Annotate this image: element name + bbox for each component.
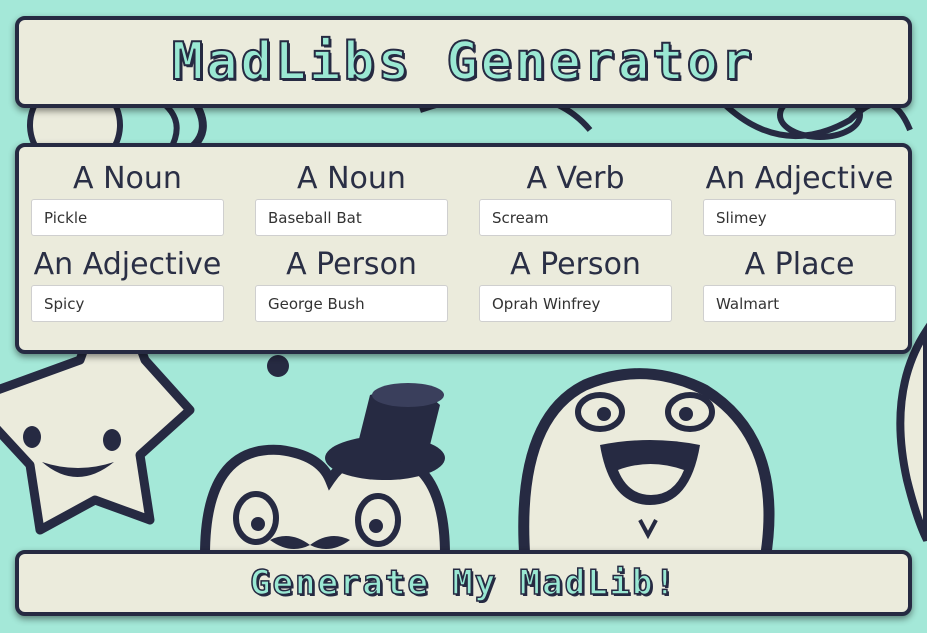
place-input[interactable] xyxy=(703,285,896,322)
field-person-2: A Person xyxy=(479,245,672,322)
field-verb: A Verb xyxy=(479,159,672,236)
field-noun-2: A Noun xyxy=(255,159,448,236)
generate-button-label: Generate My MadLib! xyxy=(249,562,677,604)
word-fields-grid: A Noun A Noun A Verb An Adjective An Adj… xyxy=(31,159,896,322)
noun-input-1[interactable] xyxy=(31,199,224,236)
field-label: A Person xyxy=(286,247,417,282)
top-hat-monster-character xyxy=(199,383,451,560)
field-adjective-1: An Adjective xyxy=(703,159,896,236)
madlib-form: A Noun A Noun A Verb An Adjective An Adj… xyxy=(15,143,912,354)
noun-input-2[interactable] xyxy=(255,199,448,236)
verb-input[interactable] xyxy=(479,199,672,236)
field-person-1: A Person xyxy=(255,245,448,322)
page-title: MadLibs Generator xyxy=(171,31,756,93)
title-banner: MadLibs Generator xyxy=(15,16,912,108)
field-label: A Place xyxy=(744,247,855,282)
generate-madlib-button[interactable]: Generate My MadLib! xyxy=(15,550,912,616)
field-label: An Adjective xyxy=(705,161,894,196)
fuzzy-monster-character xyxy=(518,368,775,566)
adjective-input-2[interactable] xyxy=(31,285,224,322)
person-input-2[interactable] xyxy=(479,285,672,322)
field-label: A Verb xyxy=(526,161,625,196)
field-label: A Noun xyxy=(73,161,182,196)
field-adjective-2: An Adjective xyxy=(31,245,224,322)
field-label: A Noun xyxy=(297,161,406,196)
field-noun-1: A Noun xyxy=(31,159,224,236)
person-input-1[interactable] xyxy=(255,285,448,322)
field-label: A Person xyxy=(510,247,641,282)
field-place: A Place xyxy=(703,245,896,322)
adjective-input-1[interactable] xyxy=(703,199,896,236)
field-label: An Adjective xyxy=(33,247,222,282)
